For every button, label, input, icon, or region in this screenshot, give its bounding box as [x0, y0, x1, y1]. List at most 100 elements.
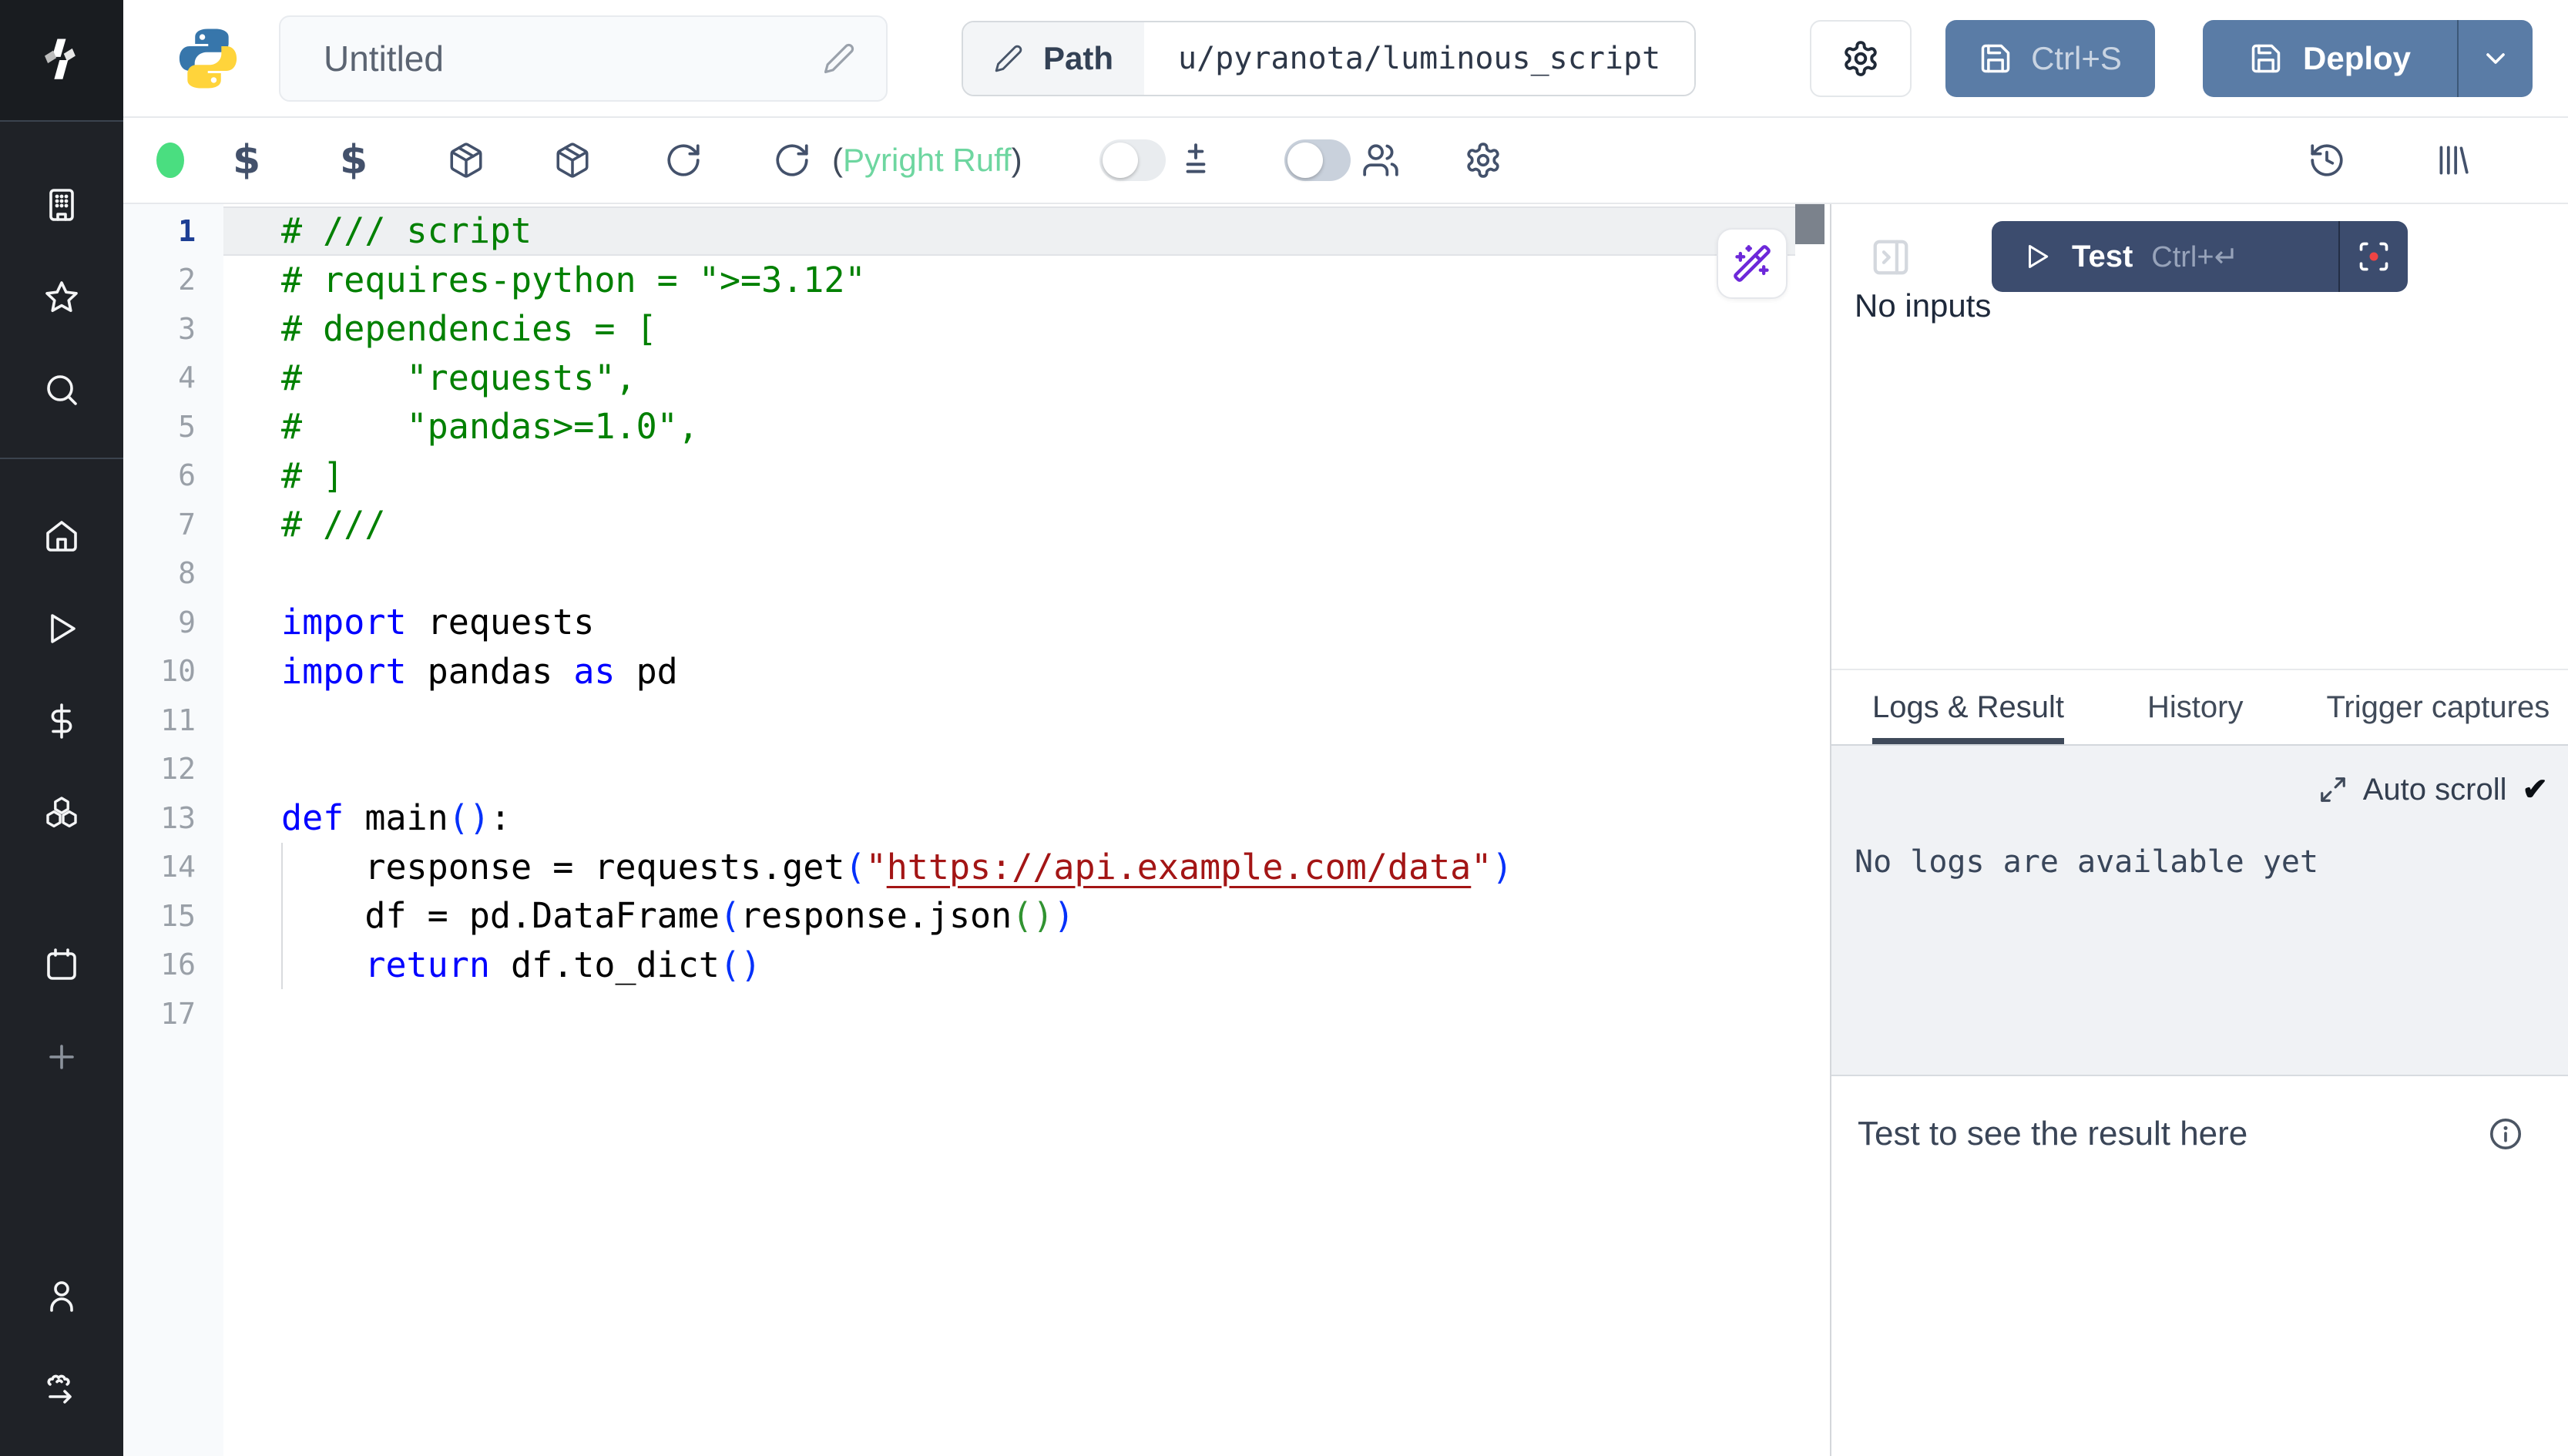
code-line[interactable]: 7# /// — [123, 500, 1830, 549]
deploy-dropdown[interactable] — [2459, 43, 2533, 74]
autoscroll-label: Auto scroll — [2363, 773, 2507, 807]
indent-guide — [281, 843, 283, 989]
code-line[interactable]: 4# "requests", — [123, 354, 1830, 403]
gear-icon — [1841, 39, 1880, 78]
tab-history[interactable]: History — [2147, 670, 2243, 744]
code-line[interactable]: 11 — [123, 696, 1830, 745]
plus-icon[interactable] — [0, 1011, 123, 1103]
line-number: 14 — [123, 850, 223, 884]
python-logo — [174, 25, 242, 92]
package-icon[interactable] — [447, 141, 485, 179]
code-text: # "pandas>=1.0", — [223, 402, 1795, 451]
pencil-icon[interactable] — [823, 42, 855, 75]
refresh-icon[interactable] — [664, 141, 703, 179]
search-icon[interactable] — [0, 344, 123, 436]
logs-section: Auto scroll ✔ No logs are available yet — [1831, 746, 2568, 1075]
line-number: 11 — [123, 703, 223, 737]
variables-icon[interactable]: $ — [233, 137, 260, 183]
code-line[interactable]: 8 — [123, 549, 1830, 599]
star-icon[interactable] — [0, 251, 123, 344]
code-editor[interactable]: 1# /// script2# requires-python = ">=3.1… — [123, 204, 1830, 1456]
path-label: Path — [1043, 40, 1113, 77]
play-icon — [2023, 242, 2052, 271]
users-icon[interactable] — [1361, 141, 1400, 179]
line-number: 1 — [123, 214, 223, 248]
cubes-icon[interactable] — [0, 767, 123, 860]
gear-icon[interactable] — [1464, 141, 1502, 179]
editor-scrollbar-thumb[interactable] — [1795, 204, 1824, 244]
path-field[interactable]: Path u/pyranota/luminous_script — [962, 21, 1696, 96]
lint-paren-open: ( — [832, 142, 843, 179]
code-text: # requires-python = ">=3.12" — [223, 256, 1795, 305]
line-number: 17 — [123, 997, 223, 1031]
resources-icon[interactable]: $ — [340, 137, 368, 183]
editor-toolbar: $ $ (Pyright — [123, 118, 2568, 204]
test-label: Test — [2072, 240, 2133, 274]
code-line[interactable]: 3# dependencies = [ — [123, 304, 1830, 354]
result-tabs: Logs & Result History Trigger captures — [1831, 669, 2568, 746]
dollar-icon[interactable] — [0, 675, 123, 767]
code-line[interactable]: 5# "pandas>=1.0", — [123, 402, 1830, 451]
settings-button[interactable] — [1810, 20, 1912, 97]
pencil-icon — [994, 44, 1023, 73]
code-line[interactable]: 15 df = pd.DataFrame(response.json()) — [123, 891, 1830, 941]
history-icon[interactable] — [2308, 141, 2346, 179]
code-line[interactable]: 13def main(): — [123, 793, 1830, 843]
capture-button[interactable] — [2340, 221, 2408, 292]
path-value: u/pyranota/luminous_script — [1178, 41, 1660, 76]
user-icon[interactable] — [0, 1250, 123, 1342]
line-number: 8 — [123, 556, 223, 590]
code-line[interactable]: 16 return df.to_dict() — [123, 941, 1830, 990]
line-number: 6 — [123, 458, 223, 492]
code-line[interactable]: 12 — [123, 745, 1830, 794]
status-dot — [156, 143, 184, 178]
check-icon: ✔ — [2522, 772, 2548, 807]
plus-minus-icon[interactable] — [1177, 141, 1215, 179]
save-button[interactable]: Ctrl+S — [1945, 20, 2155, 97]
capture-frame-icon — [2357, 240, 2391, 273]
main-column: Untitled Path u/pyranota/luminous_script — [123, 0, 2568, 1456]
play-icon[interactable] — [0, 582, 123, 675]
multiplayer-toggle[interactable] — [1284, 139, 1351, 181]
magic-wand-icon — [1732, 243, 1772, 283]
diff-toggle[interactable] — [1099, 139, 1166, 181]
code-line[interactable]: 6# ] — [123, 451, 1830, 501]
tab-trigger-captures[interactable]: Trigger captures — [2326, 670, 2550, 744]
code-text: df = pd.DataFrame(response.json()) — [223, 891, 1795, 941]
crown-arrow-icon[interactable] — [0, 1342, 123, 1434]
right-panel: Test Ctrl+↵ No inputs Logs & Result Histo… — [1830, 204, 2568, 1456]
info-icon[interactable] — [2488, 1116, 2523, 1152]
chevron-down-icon — [2480, 43, 2511, 74]
line-number: 5 — [123, 410, 223, 444]
tab-logs-result[interactable]: Logs & Result — [1872, 670, 2064, 744]
code-line[interactable]: 9import requests — [123, 598, 1830, 647]
test-button[interactable]: Test Ctrl+↵ — [1992, 221, 2408, 292]
inputs-section: Test Ctrl+↵ No inputs — [1831, 204, 2568, 669]
deploy-label: Deploy — [2303, 40, 2411, 77]
collapse-panel-icon[interactable] — [1870, 237, 1912, 278]
path-value-segment[interactable]: u/pyranota/luminous_script — [1144, 22, 1694, 95]
code-line[interactable]: 10import pandas as pd — [123, 647, 1830, 696]
code-line[interactable]: 14 response = requests.get("https://api.… — [123, 843, 1830, 892]
code-line[interactable]: 1# /// script — [123, 206, 1830, 256]
code-line[interactable]: 2# requires-python = ">=3.12" — [123, 256, 1830, 305]
code-text: import pandas as pd — [223, 647, 1795, 696]
windmill-logo[interactable] — [0, 0, 123, 122]
ai-assistant-button[interactable] — [1717, 228, 1788, 299]
package-icon[interactable] — [553, 141, 592, 179]
autoscroll-control[interactable]: Auto scroll ✔ — [2318, 772, 2548, 807]
code-line[interactable]: 17 — [123, 989, 1830, 1038]
result-placeholder: Test to see the result here — [1858, 1115, 2247, 1153]
building-icon[interactable] — [0, 159, 123, 251]
code-lines: 1# /// script2# requires-python = ">=3.1… — [123, 206, 1830, 1038]
calendar-icon[interactable] — [0, 918, 123, 1011]
refresh-icon[interactable] — [773, 141, 811, 179]
home-icon[interactable] — [0, 490, 123, 582]
library-icon[interactable] — [2433, 141, 2472, 179]
expand-icon — [2318, 775, 2348, 804]
script-title-input[interactable]: Untitled — [279, 15, 888, 102]
deploy-button[interactable]: Deploy — [2203, 20, 2533, 97]
header: Untitled Path u/pyranota/luminous_script — [123, 0, 2568, 118]
line-number: 15 — [123, 899, 223, 933]
lint-status: (Pyright Ruff) — [832, 142, 1022, 179]
